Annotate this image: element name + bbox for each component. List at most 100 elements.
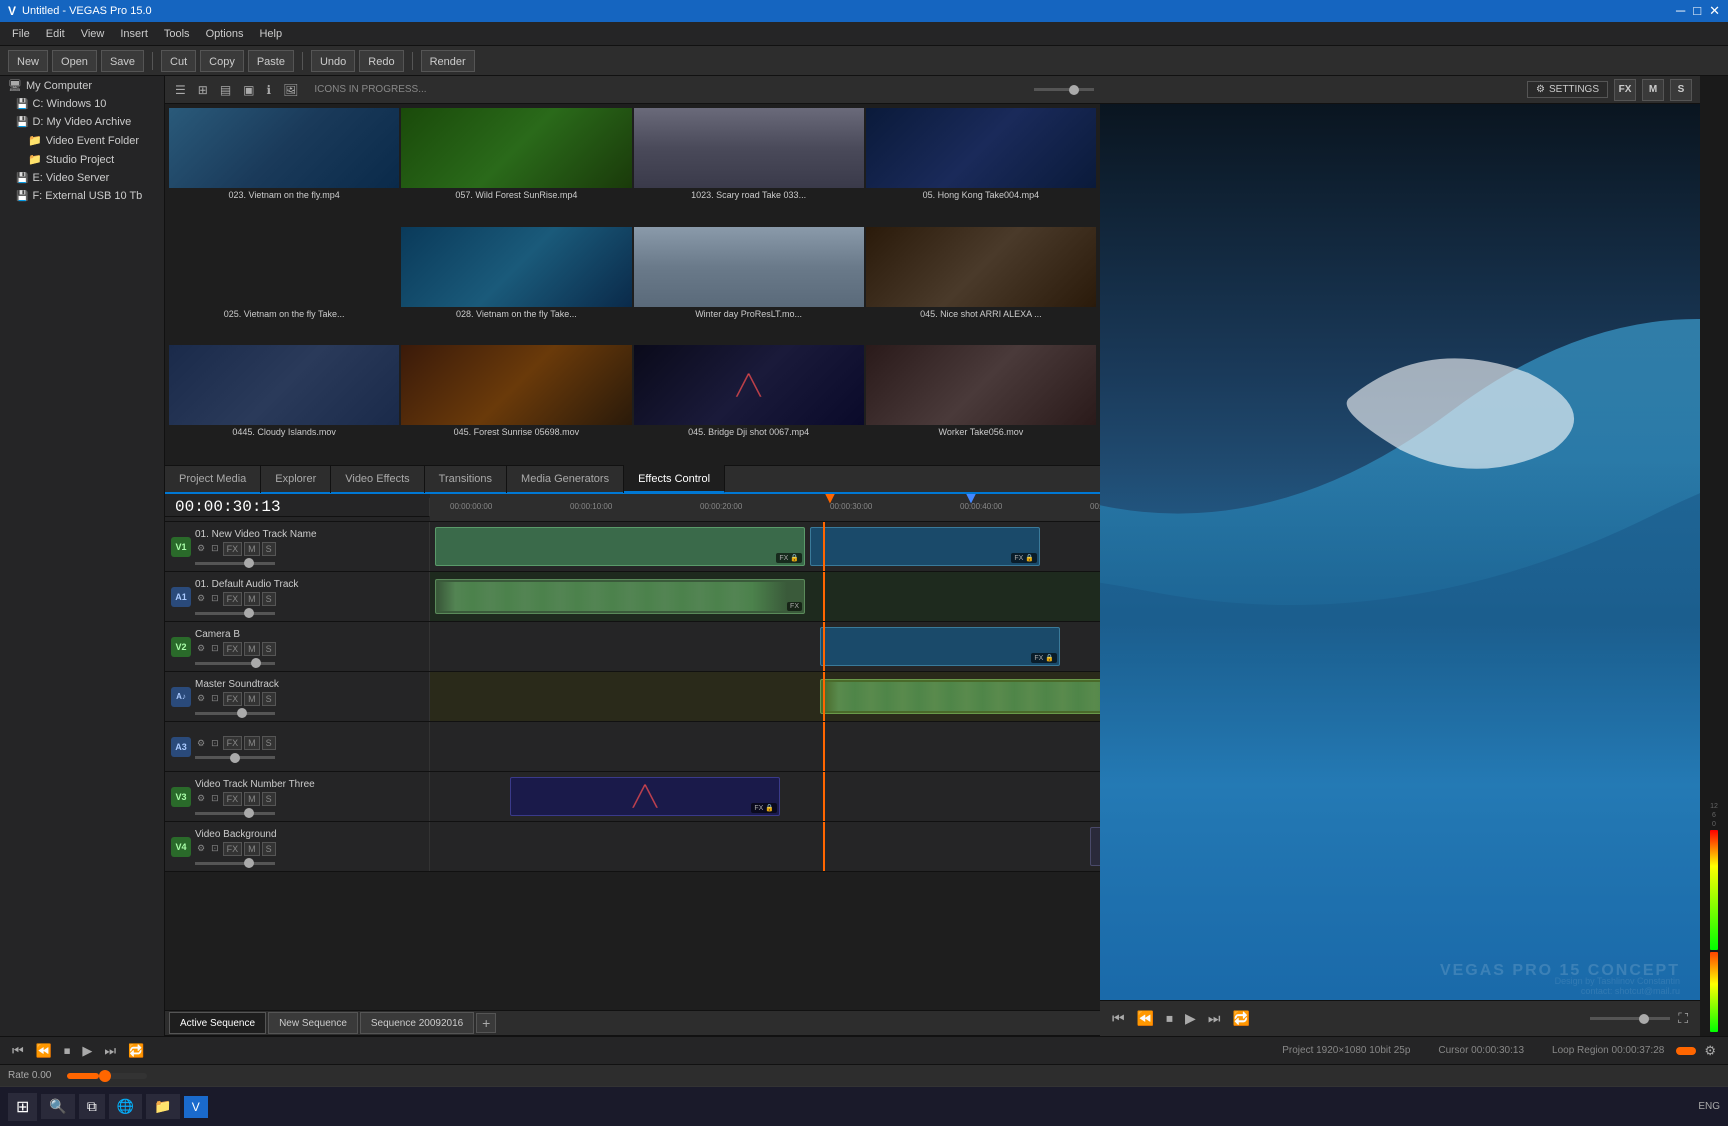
- clip-a1-1[interactable]: FX: [435, 579, 805, 613]
- tab-transitions[interactable]: Transitions: [425, 465, 507, 493]
- media-clip-4[interactable]: 05. Hong Kong Take004.mp4: [866, 108, 1096, 225]
- transport-misc[interactable]: ⚙: [1700, 1041, 1720, 1061]
- media-clip-10[interactable]: 045. Forest Sunrise 05698.mov: [401, 345, 631, 462]
- menu-insert[interactable]: Insert: [112, 22, 156, 46]
- track-comp-v1[interactable]: ⊡: [209, 542, 221, 555]
- clip-v1-1[interactable]: FX 🔒: [435, 527, 805, 566]
- menu-tools[interactable]: Tools: [156, 22, 198, 46]
- track-settings-a3[interactable]: ⚙: [195, 737, 207, 750]
- media-list-view[interactable]: ☰: [171, 81, 190, 99]
- track-m-v3[interactable]: M: [244, 792, 260, 806]
- menu-edit[interactable]: Edit: [38, 22, 73, 46]
- media-clip-5[interactable]: 025. Vietnam on the fly Take...: [169, 227, 399, 344]
- preview-m-btn[interactable]: M: [1642, 79, 1664, 101]
- track-comp-v3[interactable]: ⊡: [209, 792, 221, 805]
- clip-v4-1[interactable]: FX 🔒: [1090, 827, 1100, 866]
- preview-fx-btn[interactable]: FX: [1614, 79, 1636, 101]
- tab-project-media[interactable]: Project Media: [165, 465, 261, 493]
- tab-media-generators[interactable]: Media Generators: [507, 465, 624, 493]
- track-comp-a3[interactable]: ⊡: [209, 737, 221, 750]
- preview-prev-frame[interactable]: ⏪: [1133, 1008, 1158, 1029]
- track-comp-v2[interactable]: ⊡: [209, 642, 221, 655]
- settings-button[interactable]: ⚙ SETTINGS: [1527, 81, 1608, 98]
- seq-tab-active[interactable]: Active Sequence: [169, 1012, 266, 1034]
- preview-zoom-slider[interactable]: [1590, 1017, 1670, 1020]
- tab-effects-control[interactable]: Effects Control: [624, 465, 725, 493]
- track-settings-a2[interactable]: ⚙: [195, 692, 207, 705]
- media-clip-6[interactable]: 028. Vietnam on the fly Take...: [401, 227, 631, 344]
- track-s-v4[interactable]: S: [262, 842, 276, 856]
- track-settings-v2[interactable]: ⚙: [195, 642, 207, 655]
- track-fx-a2[interactable]: FX: [223, 692, 243, 706]
- preview-play[interactable]: ▶: [1181, 1008, 1200, 1029]
- seq-tab-20092016[interactable]: Sequence 20092016: [360, 1012, 474, 1034]
- sidebar-item-e[interactable]: 💾 E: Video Server: [0, 169, 164, 187]
- sidebar-item-c[interactable]: 💾 C: Windows 10: [0, 95, 164, 113]
- explorer-taskbar[interactable]: 📁: [146, 1094, 179, 1119]
- track-fx-a1[interactable]: FX: [223, 592, 243, 606]
- clip-v3-1[interactable]: FX 🔒: [510, 777, 780, 816]
- track-volume-a1[interactable]: [195, 612, 275, 615]
- track-settings-v3[interactable]: ⚙: [195, 792, 207, 805]
- track-s-v3[interactable]: S: [262, 792, 276, 806]
- media-clip-7[interactable]: Winter day ProResLT.mo...: [634, 227, 864, 344]
- toolbar-save[interactable]: Save: [101, 50, 144, 72]
- media-clip-3[interactable]: 1023. Scary road Take 033...: [634, 108, 864, 225]
- track-fx-v4[interactable]: FX: [223, 842, 243, 856]
- transport-prev[interactable]: ⏪: [32, 1041, 56, 1061]
- track-m-a3[interactable]: M: [244, 736, 260, 750]
- menu-help[interactable]: Help: [251, 22, 290, 46]
- media-image-btn[interactable]: 🖼: [279, 81, 302, 99]
- edge-taskbar[interactable]: 🌐: [109, 1094, 142, 1119]
- media-clip-11[interactable]: 045. Bridge Dji shot 0067.mp4: [634, 345, 864, 462]
- track-fx-v1[interactable]: FX: [223, 542, 243, 556]
- track-m-v4[interactable]: M: [244, 842, 260, 856]
- sidebar-item-f[interactable]: 💾 F: External USB 10 Tb: [0, 187, 164, 205]
- track-m-a2[interactable]: M: [244, 692, 260, 706]
- track-fx-v2[interactable]: FX: [223, 642, 243, 656]
- track-settings-a1[interactable]: ⚙: [195, 592, 207, 605]
- track-volume-a2[interactable]: [195, 712, 275, 715]
- toolbar-copy[interactable]: Copy: [200, 50, 244, 72]
- preview-s-btn[interactable]: S: [1670, 79, 1692, 101]
- sidebar-item-video-event[interactable]: 📁 Video Event Folder: [0, 131, 164, 150]
- sidebar-item-mycomputer[interactable]: 🖥 My Computer: [0, 76, 164, 95]
- vegas-taskbar[interactable]: V: [184, 1096, 208, 1118]
- track-comp-a2[interactable]: ⊡: [209, 692, 221, 705]
- media-strip-view[interactable]: ▣: [239, 81, 258, 99]
- tab-video-effects[interactable]: Video Effects: [331, 465, 424, 493]
- transport-play[interactable]: ▶: [78, 1041, 96, 1061]
- transport-go-start[interactable]: ⏮: [8, 1041, 28, 1061]
- toolbar-paste[interactable]: Paste: [248, 50, 294, 72]
- track-s-a1[interactable]: S: [262, 592, 276, 606]
- track-settings-v1[interactable]: ⚙: [195, 542, 207, 555]
- preview-stop[interactable]: ⏹: [1162, 1008, 1177, 1029]
- media-clip-12[interactable]: Worker Take056.mov: [866, 345, 1096, 462]
- transport-go-end[interactable]: ⏭: [100, 1041, 120, 1061]
- track-volume-v2[interactable]: [195, 662, 275, 665]
- seq-tab-new[interactable]: New Sequence: [268, 1012, 358, 1034]
- maximize-button[interactable]: □: [1693, 3, 1701, 19]
- track-s-a2[interactable]: S: [262, 692, 276, 706]
- toolbar-open[interactable]: Open: [52, 50, 97, 72]
- toolbar-new[interactable]: New: [8, 50, 48, 72]
- toolbar-render[interactable]: Render: [421, 50, 475, 72]
- track-volume-v3[interactable]: [195, 812, 275, 815]
- track-volume-a3[interactable]: [195, 756, 275, 759]
- media-detail-view[interactable]: ▤: [216, 81, 235, 99]
- media-clip-1[interactable]: 023. Vietnam on the fly.mp4: [169, 108, 399, 225]
- toolbar-cut[interactable]: Cut: [161, 50, 196, 72]
- seq-add-button[interactable]: +: [476, 1013, 496, 1033]
- preview-fullscreen[interactable]: ⛶: [1674, 1008, 1692, 1029]
- preview-go-end[interactable]: ⏭: [1204, 1008, 1225, 1029]
- track-fx-a3[interactable]: FX: [223, 736, 243, 750]
- track-m-a1[interactable]: M: [244, 592, 260, 606]
- tab-explorer[interactable]: Explorer: [261, 465, 331, 493]
- start-button[interactable]: ⊞: [8, 1093, 37, 1121]
- clip-a2-1[interactable]: FX: [820, 679, 1100, 713]
- media-clip-9[interactable]: 0445. Cloudy Islands.mov: [169, 345, 399, 462]
- track-settings-v4[interactable]: ⚙: [195, 842, 207, 855]
- media-grid-view[interactable]: ⊞: [194, 81, 212, 99]
- menu-view[interactable]: View: [73, 22, 113, 46]
- track-s-v2[interactable]: S: [262, 642, 276, 656]
